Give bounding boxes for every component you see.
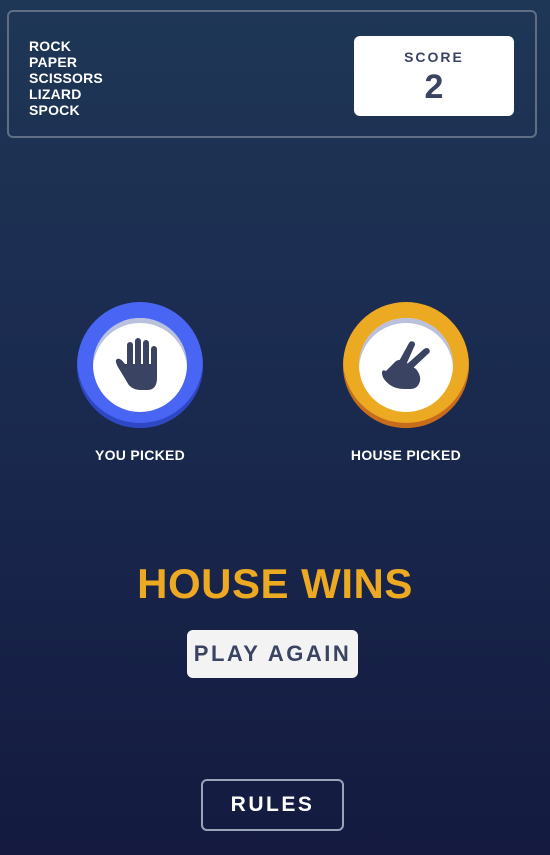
logo-line-rock: ROCK bbox=[29, 38, 72, 54]
game-logo: ROCK PAPER SCISSORS LIZARD SPOCK bbox=[29, 38, 103, 118]
house-picked-label: HOUSE PICKED bbox=[350, 447, 462, 463]
score-box: SCORE 2 bbox=[354, 36, 514, 116]
result-text: HOUSE WINS bbox=[137, 560, 413, 607]
logo-line-paper: PAPER bbox=[29, 54, 78, 70]
logo-line-spock: SPOCK bbox=[29, 102, 80, 118]
score-label: SCORE bbox=[404, 49, 464, 65]
hand-paper-icon bbox=[115, 338, 157, 390]
play-again-button[interactable]: PLAY AGAIN bbox=[187, 630, 358, 678]
header: ROCK PAPER SCISSORS LIZARD SPOCK SCORE 2 bbox=[7, 10, 537, 138]
you-picked-label: YOU PICKED bbox=[94, 447, 186, 463]
you-picked-token-face bbox=[93, 318, 187, 412]
house-picked-token bbox=[343, 302, 469, 428]
rules-button[interactable]: RULES bbox=[201, 779, 344, 831]
hand-scissors-icon bbox=[382, 341, 430, 389]
logo-line-lizard: LIZARD bbox=[29, 86, 82, 102]
score-value: 2 bbox=[424, 68, 444, 106]
you-picked-token bbox=[77, 302, 203, 428]
logo-line-scissors: SCISSORS bbox=[29, 70, 103, 86]
house-picked-token-face bbox=[359, 318, 453, 412]
